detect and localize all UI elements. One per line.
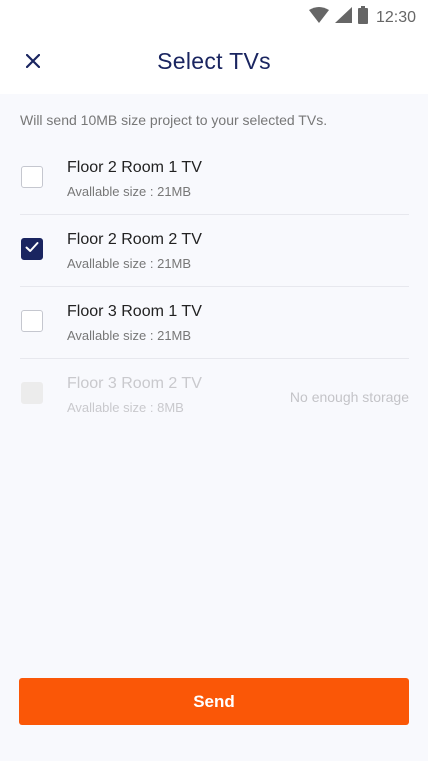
battery-icon [357,6,368,29]
wifi-icon [308,7,329,28]
status-time: 12:30 [375,8,416,26]
status-bar: 12:30 [0,0,428,32]
tv-name: Floor 2 Room 2 TV [67,231,202,248]
checkmark-icon [25,240,39,258]
send-button[interactable]: Send [19,678,409,725]
tv-checkbox[interactable] [21,238,43,260]
tv-item-floor2-room1[interactable]: Floor 2 Room 1 TV Avallable size : 21MB [20,143,409,215]
tv-item-floor3-room1[interactable]: Floor 3 Room 1 TV Avallable size : 21MB [20,287,409,359]
status-icons: 12:30 [308,6,416,29]
tv-available-size: Avallable size : 21MB [67,256,192,271]
app-header: Select TVs [0,32,428,94]
tv-checkbox[interactable] [21,310,43,332]
tv-name: Floor 3 Room 2 TV [67,375,202,392]
tv-item-floor2-room2[interactable]: Floor 2 Room 2 TV Avallable size : 21MB [20,215,409,287]
tv-checkbox-disabled [21,382,43,404]
storage-warning: No enough storage [289,389,409,405]
tv-checkbox[interactable] [21,166,43,188]
tv-name: Floor 3 Room 1 TV [67,303,202,320]
tv-name: Floor 2 Room 1 TV [67,159,202,176]
cell-signal-icon [334,7,352,28]
tv-available-size: Avallable size : 8MB [67,400,184,415]
info-text: Will send 10MB size project to your sele… [20,112,328,128]
tv-list: Floor 2 Room 1 TV Avallable size : 21MB … [0,143,428,430]
tv-available-size: Avallable size : 21MB [67,328,192,343]
tv-available-size: Avallable size : 21MB [67,184,192,199]
tv-item-floor3-room2: Floor 3 Room 2 TV Avallable size : 8MB N… [20,359,409,430]
page-title: Select TVs [157,48,271,74]
